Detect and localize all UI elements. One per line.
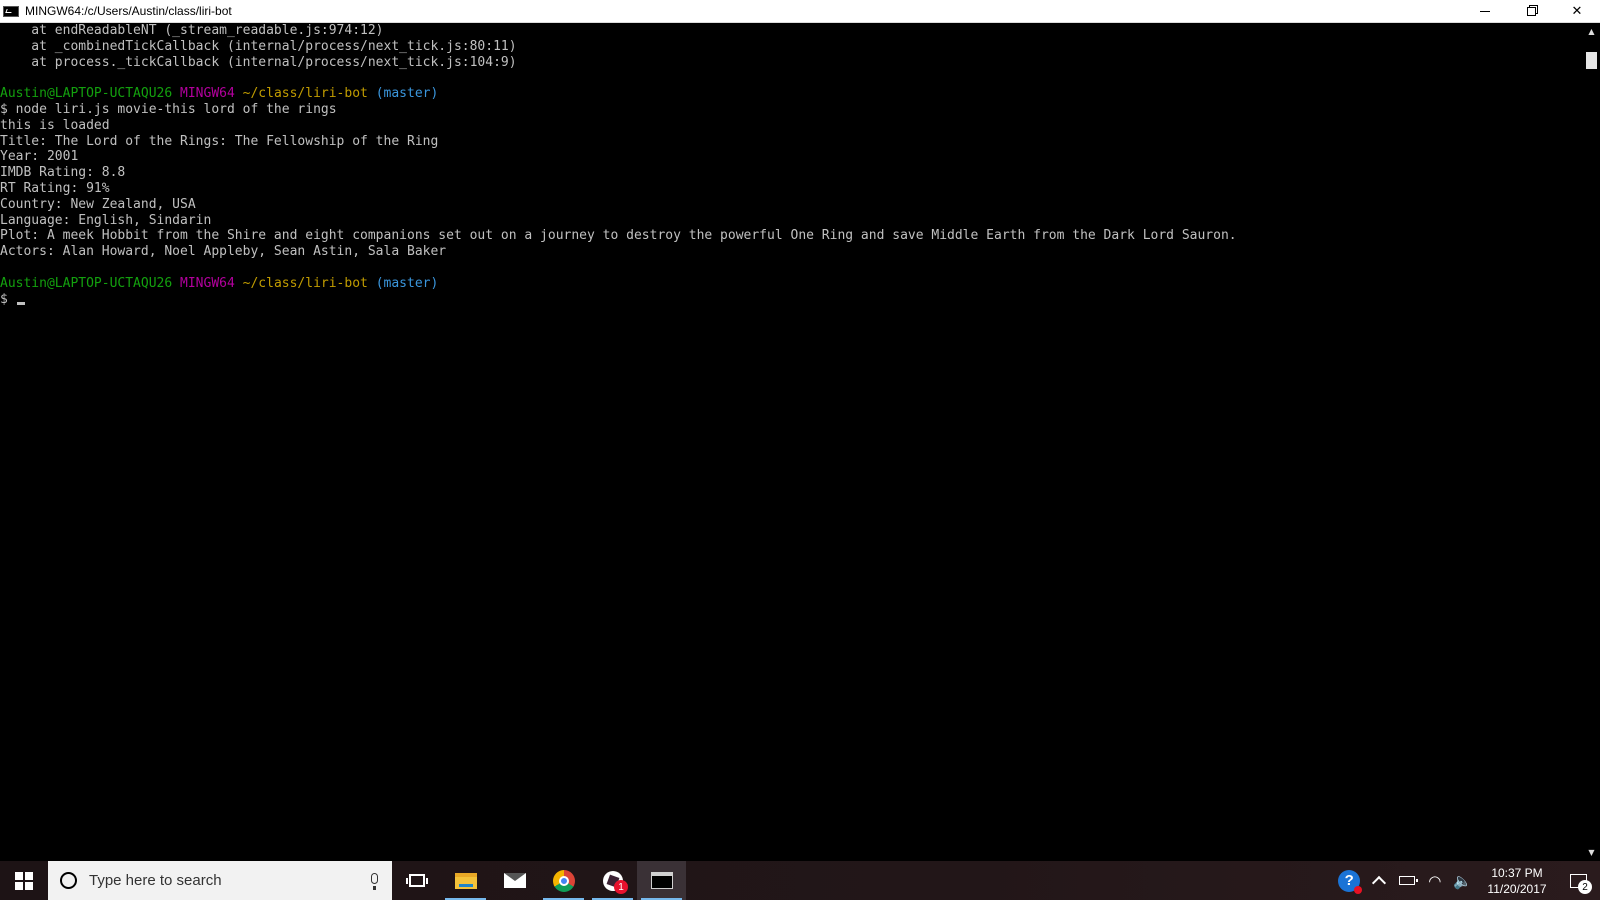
terminal-line: Plot: A meek Hobbit from the Shire and e…	[0, 228, 1583, 244]
wifi-icon: ◠	[1428, 871, 1442, 890]
clock[interactable]: 10:37 PM 11/20/2017	[1478, 861, 1556, 900]
cortana-circle-icon	[60, 872, 77, 889]
scroll-up-arrow-icon[interactable]: ▲	[1583, 23, 1600, 40]
terminal-line: Language: English, Sindarin	[0, 213, 1583, 229]
scroll-down-arrow-icon[interactable]: ▼	[1583, 844, 1600, 861]
terminal-text-default: RT Rating: 91%	[0, 180, 110, 196]
folder-icon	[454, 872, 477, 889]
taskbar-app-slack[interactable]: 1	[588, 861, 637, 900]
window-controls: ✕	[1462, 0, 1600, 23]
terminal-line: Country: New Zealand, USA	[0, 197, 1583, 213]
terminal-text-default: $	[0, 291, 16, 307]
task-view-button[interactable]	[392, 861, 441, 900]
terminal-text-default: Year: 2001	[0, 149, 79, 165]
taskbar-app-chrome[interactable]	[539, 861, 588, 900]
action-center-button[interactable]: 2	[1556, 861, 1600, 900]
terminal-text-path: ~/class/liri-bot	[242, 86, 368, 102]
scroll-thumb[interactable]	[1586, 52, 1597, 69]
taskbar: Type here to search 1 ? ◠ 🔈 10:37 PM 11/…	[0, 861, 1600, 900]
restore-button[interactable]	[1508, 0, 1554, 23]
terminal-text-default	[172, 86, 180, 101]
terminal-text-branch: (master)	[375, 275, 439, 291]
start-button[interactable]	[0, 861, 48, 900]
terminal-text-default: Language: English, Sindarin	[0, 212, 212, 228]
clock-date: 11/20/2017	[1487, 881, 1547, 896]
terminal-text-user: Austin@LAPTOP-UCTAQU26	[0, 86, 173, 102]
title-bar[interactable]: MINGW64:/c/Users/Austin/class/liri-bot ✕	[0, 0, 1600, 23]
terminal-line: at _combinedTickCallback (internal/proce…	[0, 39, 1583, 55]
taskbar-search-box[interactable]: Type here to search	[48, 861, 392, 900]
slack-badge: 1	[614, 880, 628, 894]
terminal-line: $	[0, 292, 1583, 308]
terminal-line: RT Rating: 91%	[0, 181, 1583, 197]
windows-logo-icon	[15, 871, 33, 890]
taskbar-app-file-explorer[interactable]	[441, 861, 490, 900]
mail-icon	[503, 873, 526, 888]
tray-network[interactable]: ◠	[1422, 861, 1447, 900]
terminal-text-default: Plot: A meek Hobbit from the Shire and e…	[0, 228, 1237, 244]
terminal-text-default: Country: New Zealand, USA	[0, 196, 196, 212]
terminal-text-sys: MINGW64	[180, 86, 235, 102]
terminal-text-default	[368, 276, 376, 291]
terminal-text-default	[172, 276, 180, 291]
vertical-scrollbar[interactable]: ▲ ▼	[1583, 23, 1600, 861]
taskbar-app-git-bash[interactable]	[637, 861, 686, 900]
terminal-text-default: at _combinedTickCallback (internal/proce…	[0, 38, 517, 54]
help-icon: ?	[1338, 869, 1363, 894]
close-button[interactable]: ✕	[1554, 0, 1600, 23]
clock-time: 10:37 PM	[1491, 865, 1543, 880]
text-cursor	[16, 301, 25, 305]
terminal-text-default	[235, 276, 243, 291]
terminal-line: at endReadableNT (_stream_readable.js:97…	[0, 23, 1583, 39]
terminal-text-default: Actors: Alan Howard, Noel Appleby, Sean …	[0, 244, 447, 260]
chevron-up-icon	[1372, 875, 1387, 890]
battery-icon	[1399, 876, 1419, 885]
terminal-text-default: at process._tickCallback (internal/proce…	[0, 54, 517, 70]
terminal-text-default: at endReadableNT (_stream_readable.js:97…	[0, 23, 384, 38]
chrome-icon	[552, 869, 575, 892]
window-title: MINGW64:/c/Users/Austin/class/liri-bot	[25, 4, 232, 18]
taskbar-app-mail[interactable]	[490, 861, 539, 900]
terminal-line: Title: The Lord of the Rings: The Fellow…	[0, 134, 1583, 150]
terminal-text-default	[368, 86, 376, 101]
minimize-button[interactable]	[1462, 0, 1508, 23]
tray-help[interactable]: ?	[1332, 861, 1366, 900]
terminal-text-default: IMDB Rating: 8.8	[0, 165, 126, 181]
terminal-text-branch: (master)	[375, 86, 439, 102]
terminal-text-default: $ node liri.js movie-this lord of the ri…	[0, 101, 337, 117]
terminal-line: Actors: Alan Howard, Noel Appleby, Sean …	[0, 244, 1583, 260]
terminal-line: Year: 2001	[0, 149, 1583, 165]
terminal-text-sys: MINGW64	[180, 275, 235, 291]
show-hidden-icons-button[interactable]	[1366, 861, 1392, 900]
terminal-lines: at endReadableNT (_stream_readable.js:97…	[0, 23, 1583, 307]
microphone-icon[interactable]	[371, 873, 378, 890]
terminal-text-user: Austin@LAPTOP-UCTAQU26	[0, 275, 173, 291]
tray-battery[interactable]	[1392, 861, 1422, 900]
terminal-line: Austin@LAPTOP-UCTAQU26 MINGW64 ~/class/l…	[0, 276, 1583, 292]
terminal-icon	[650, 872, 673, 889]
volume-icon: 🔈	[1453, 871, 1472, 890]
task-view-icon	[405, 874, 428, 887]
system-tray: ? ◠ 🔈 10:37 PM 11/20/2017 2	[1332, 861, 1600, 900]
terminal-line: Austin@LAPTOP-UCTAQU26 MINGW64 ~/class/l…	[0, 86, 1583, 102]
terminal-output[interactable]: at endReadableNT (_stream_readable.js:97…	[0, 23, 1583, 861]
search-placeholder: Type here to search	[89, 872, 222, 889]
terminal-text-path: ~/class/liri-bot	[242, 275, 368, 291]
terminal-text-default	[235, 86, 243, 101]
terminal-text-default: this is loaded	[0, 117, 110, 133]
terminal-app-icon[interactable]	[3, 5, 19, 17]
tray-volume[interactable]: 🔈	[1447, 861, 1478, 900]
terminal-line: at process._tickCallback (internal/proce…	[0, 55, 1583, 71]
notification-count-badge: 2	[1578, 880, 1592, 894]
terminal-text-default: Title: The Lord of the Rings: The Fellow…	[0, 133, 439, 149]
terminal-line: IMDB Rating: 8.8	[0, 165, 1583, 181]
terminal-line: $ node liri.js movie-this lord of the ri…	[0, 102, 1583, 118]
terminal-line: this is loaded	[0, 118, 1583, 134]
